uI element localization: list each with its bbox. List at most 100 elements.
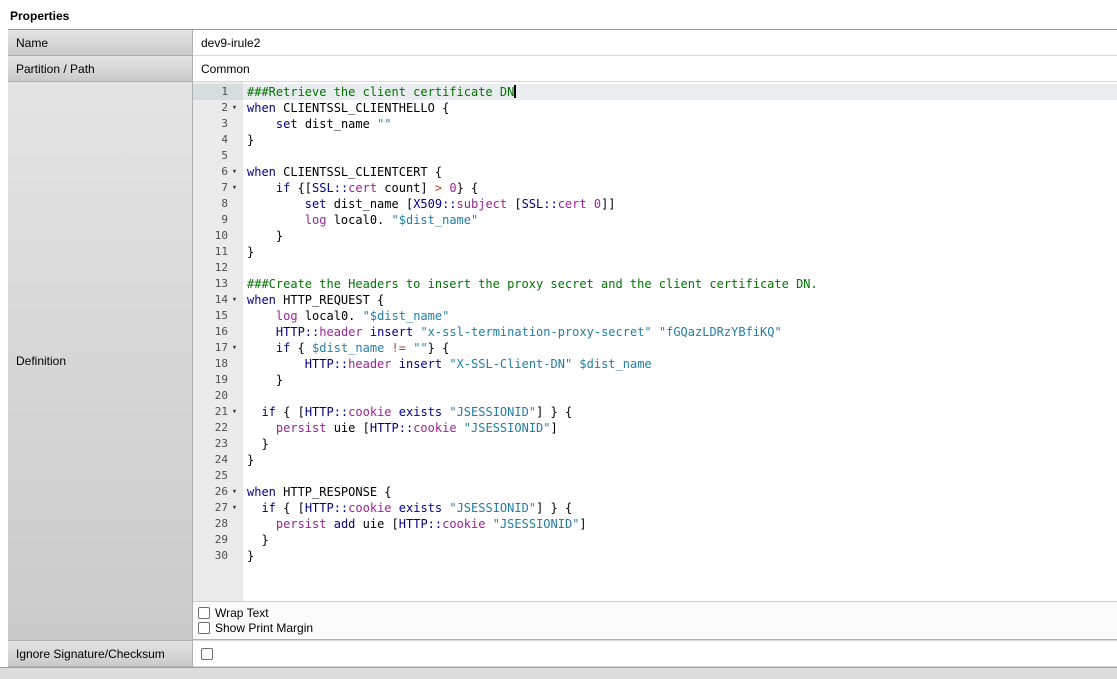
gutter-line: 20	[193, 388, 243, 404]
code-token: add	[334, 517, 356, 531]
line-number: 23	[193, 436, 228, 452]
fold-arrow-icon[interactable]: ▾	[228, 100, 241, 116]
code-line[interactable]: if { $dist_name != ""} {	[243, 340, 1117, 356]
fold-spacer	[228, 196, 241, 212]
gutter-line: 10	[193, 228, 243, 244]
gutter-line: 23	[193, 436, 243, 452]
fold-arrow-icon[interactable]: ▾	[228, 500, 241, 516]
code-line[interactable]: HTTP::header insert "X-SSL-Client-DN" $d…	[243, 356, 1117, 372]
show-print-margin-option[interactable]: Show Print Margin	[198, 620, 1109, 635]
code-line[interactable]: ###Create the Headers to insert the prox…	[243, 276, 1117, 292]
code-line[interactable]: persist uie [HTTP::cookie "JSESSIONID"]	[243, 420, 1117, 436]
code-token: log	[305, 213, 327, 227]
ignore-signature-checkbox[interactable]	[201, 648, 213, 660]
code-editor[interactable]: 1 2▾3 4 5 6▾7▾8 9 10 11 12 13 14▾15 16 1…	[193, 82, 1117, 602]
code-line[interactable]: persist add uie [HTTP::cookie "JSESSIONI…	[243, 516, 1117, 532]
code-line[interactable]: set dist_name [X509::subject [SSL::cert …	[243, 196, 1117, 212]
code-token: HTTP::	[305, 405, 348, 419]
code-line[interactable]: HTTP::header insert "x-ssl-termination-p…	[243, 324, 1117, 340]
code-token	[247, 309, 276, 323]
line-number: 6	[193, 164, 228, 180]
name-label: Name	[8, 30, 193, 56]
code-line[interactable]: }	[243, 228, 1117, 244]
line-number: 22	[193, 420, 228, 436]
gutter-line: 29	[193, 532, 243, 548]
code-line[interactable]: when HTTP_REQUEST {	[243, 292, 1117, 308]
gutter-line[interactable]: 21▾	[193, 404, 243, 420]
code-line[interactable]: when HTTP_RESPONSE {	[243, 484, 1117, 500]
gutter-line[interactable]: 27▾	[193, 500, 243, 516]
code-token: exists	[399, 501, 442, 515]
code-token: {[	[290, 181, 312, 195]
fold-arrow-icon[interactable]: ▾	[228, 180, 241, 196]
gutter-line: 28	[193, 516, 243, 532]
code-token: HTTP::	[399, 517, 442, 531]
code-line[interactable]: if {[SSL::cert count] > 0} {	[243, 180, 1117, 196]
line-number: 14	[193, 292, 228, 308]
code-line[interactable]: }	[243, 436, 1117, 452]
code-line[interactable]	[243, 388, 1117, 404]
code-token: ###Create the Headers to insert the prox…	[247, 277, 818, 291]
gutter-line[interactable]: 14▾	[193, 292, 243, 308]
fold-arrow-icon[interactable]: ▾	[228, 292, 241, 308]
code-token: header	[319, 325, 362, 339]
gutter-line[interactable]: 6▾	[193, 164, 243, 180]
code-line[interactable]: when CLIENTSSL_CLIENTCERT {	[243, 164, 1117, 180]
name-value[interactable]: dev9-irule2	[193, 30, 1117, 56]
gutter-line: 25	[193, 468, 243, 484]
code-token	[363, 325, 370, 339]
code-token: if	[276, 341, 290, 355]
code-token: local0.	[298, 309, 363, 323]
code-token: ###Retrieve the client certificate DN	[247, 85, 514, 99]
fold-arrow-icon[interactable]: ▾	[228, 340, 241, 356]
code-line[interactable]: }	[243, 132, 1117, 148]
code-line[interactable]	[243, 468, 1117, 484]
code-token: ]	[579, 517, 586, 531]
code-token: }	[247, 373, 283, 387]
code-token	[247, 181, 276, 195]
code-token: "JSESSIONID"	[449, 405, 536, 419]
code-token: $dist_name	[312, 341, 384, 355]
code-token: cookie	[413, 421, 456, 435]
code-line[interactable]: }	[243, 372, 1117, 388]
fold-arrow-icon[interactable]: ▾	[228, 164, 241, 180]
wrap-text-option[interactable]: Wrap Text	[198, 605, 1109, 620]
code-line[interactable]: log local0. "$dist_name"	[243, 308, 1117, 324]
line-number: 5	[193, 148, 228, 164]
wrap-text-checkbox[interactable]	[198, 607, 210, 619]
line-number: 12	[193, 260, 228, 276]
gutter-line[interactable]: 2▾	[193, 100, 243, 116]
code-line[interactable]: if { [HTTP::cookie exists "JSESSIONID"] …	[243, 500, 1117, 516]
gutter-line[interactable]: 7▾	[193, 180, 243, 196]
gutter-line[interactable]: 17▾	[193, 340, 243, 356]
code-line[interactable]: }	[243, 452, 1117, 468]
editor-code[interactable]: ###Retrieve the client certificate DNwhe…	[243, 82, 1117, 601]
code-token: HTTP::	[276, 325, 319, 339]
code-line[interactable]: set dist_name ""	[243, 116, 1117, 132]
fold-spacer	[228, 132, 241, 148]
code-token	[457, 421, 464, 435]
fold-arrow-icon[interactable]: ▾	[228, 404, 241, 420]
code-line[interactable]: }	[243, 548, 1117, 564]
show-print-margin-checkbox[interactable]	[198, 622, 210, 634]
fold-spacer	[228, 532, 241, 548]
code-token: HTTP::	[305, 357, 348, 371]
code-token: }	[247, 133, 254, 147]
code-line[interactable]: log local0. "$dist_name"	[243, 212, 1117, 228]
code-line[interactable]: }	[243, 244, 1117, 260]
code-token: ] } {	[536, 405, 572, 419]
fold-spacer	[228, 452, 241, 468]
code-token: if	[261, 405, 275, 419]
code-token: subject	[457, 197, 508, 211]
gutter-line[interactable]: 26▾	[193, 484, 243, 500]
code-line[interactable]: }	[243, 532, 1117, 548]
gutter-line: 19	[193, 372, 243, 388]
code-line[interactable]	[243, 148, 1117, 164]
code-line[interactable]: ###Retrieve the client certificate DN	[243, 84, 1117, 100]
code-token: "JSESSIONID"	[493, 517, 580, 531]
code-line[interactable]: if { [HTTP::cookie exists "JSESSIONID"] …	[243, 404, 1117, 420]
code-line[interactable]: when CLIENTSSL_CLIENTHELLO {	[243, 100, 1117, 116]
code-line[interactable]	[243, 260, 1117, 276]
fold-arrow-icon[interactable]: ▾	[228, 484, 241, 500]
property-row-name: Name dev9-irule2	[8, 30, 1117, 56]
